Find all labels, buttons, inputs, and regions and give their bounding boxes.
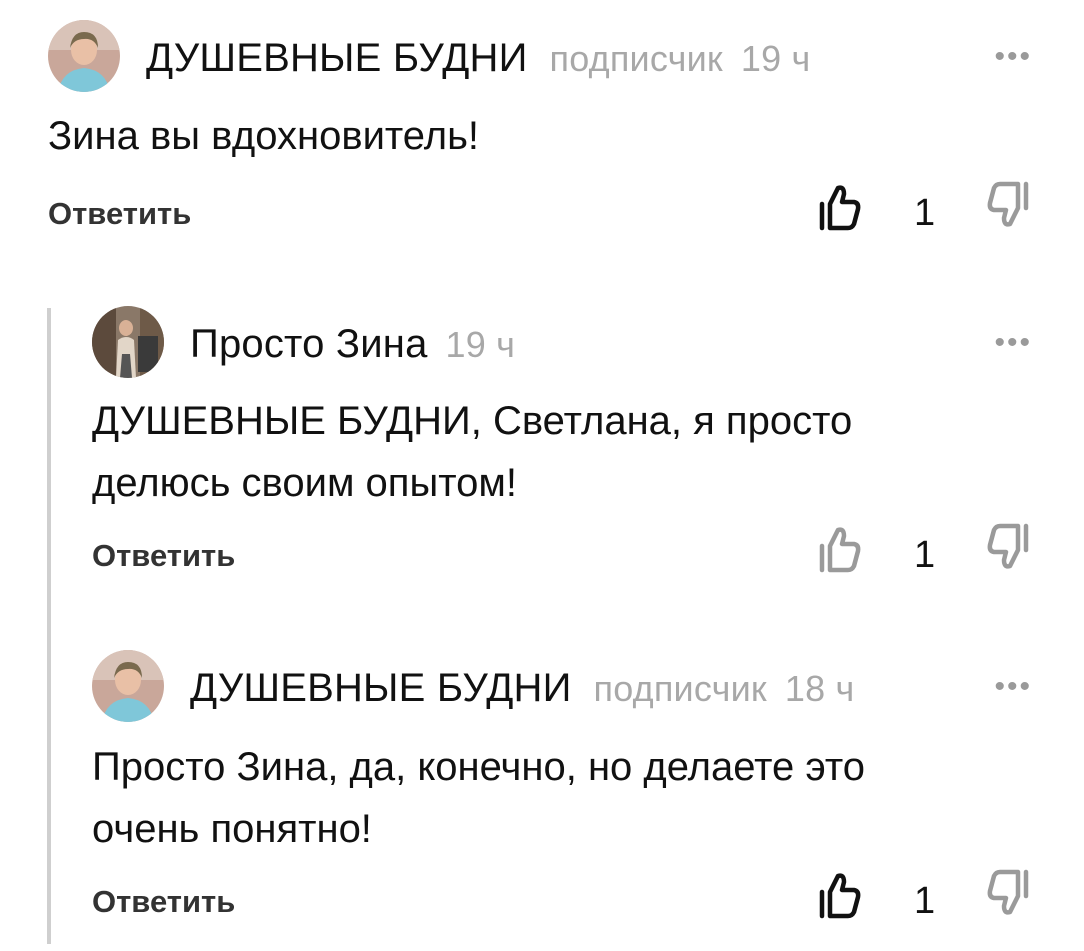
author-label[interactable]: ДУШЕВНЫЕ БУДНИ — [190, 666, 572, 710]
reply-button[interactable]: Ответить — [92, 884, 235, 920]
author-name[interactable]: Просто Зина 19 ч — [190, 322, 515, 367]
avatar[interactable] — [92, 306, 164, 378]
comment-text: Зина вы вдохновитель! — [48, 105, 968, 167]
thread-line — [47, 308, 51, 944]
subscriber-badge: подписчик — [549, 38, 723, 79]
avatar[interactable] — [92, 650, 164, 722]
author-label[interactable]: ДУШЕВНЫЕ БУДНИ — [146, 36, 528, 80]
timestamp: 19 ч — [740, 38, 811, 79]
comment-text-line: Просто Зина, да, конечно, но делаете это — [92, 745, 866, 789]
like-count: 1 — [914, 534, 936, 576]
author-label[interactable]: Просто Зина — [190, 322, 428, 366]
comment-text-line: ДУШЕВНЫЕ БУДНИ, Светлана, я просто — [92, 399, 853, 443]
comment-text: Просто Зина, да, конечно, но делаете это… — [92, 736, 1012, 860]
reply-button[interactable]: Ответить — [48, 196, 191, 232]
thumbs-up-icon[interactable] — [818, 870, 862, 920]
comment-text-line: делюсь своим опытом! — [92, 461, 517, 505]
more-dots-icon[interactable]: ••• — [994, 328, 1032, 358]
thumbs-down-icon[interactable] — [986, 522, 1030, 572]
comment-text-line: очень понятно! — [92, 807, 372, 851]
timestamp: 18 ч — [784, 668, 855, 709]
avatar[interactable] — [48, 20, 120, 92]
thumbs-down-icon[interactable] — [986, 868, 1030, 918]
more-dots-icon[interactable]: ••• — [994, 672, 1032, 702]
author-name[interactable]: ДУШЕВНЫЕ БУДНИ подписчик 19 ч — [146, 36, 811, 81]
thumbs-up-icon[interactable] — [818, 524, 862, 574]
more-dots-icon[interactable]: ••• — [994, 42, 1032, 72]
subscriber-badge: подписчик — [593, 668, 767, 709]
reply-button[interactable]: Ответить — [92, 538, 235, 574]
timestamp: 19 ч — [445, 324, 516, 365]
author-name[interactable]: ДУШЕВНЫЕ БУДНИ подписчик 18 ч — [190, 666, 855, 711]
thumbs-down-icon[interactable] — [986, 180, 1030, 230]
thumbs-up-icon[interactable] — [818, 182, 862, 232]
like-count: 1 — [914, 880, 936, 922]
comment-text-line: Зина вы вдохновитель! — [48, 114, 480, 158]
comment-text: ДУШЕВНЫЕ БУДНИ, Светлана, я просто делюс… — [92, 390, 1012, 514]
like-count: 1 — [914, 192, 936, 234]
